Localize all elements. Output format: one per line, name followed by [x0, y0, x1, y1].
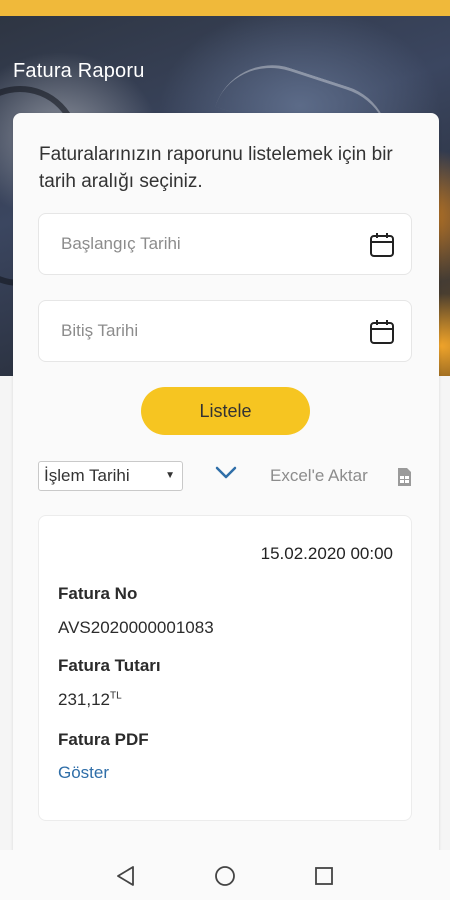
calendar-icon[interactable] — [369, 232, 395, 258]
start-date-placeholder: Başlangıç Tarihi — [61, 234, 181, 253]
invoice-amount-value: 231,12 — [58, 690, 110, 709]
status-bar — [0, 0, 450, 16]
export-excel-link[interactable]: Excel'e Aktar — [270, 466, 368, 486]
invoice-date: 15.02.2020 00:00 — [260, 544, 393, 563]
calendar-icon[interactable] — [369, 319, 395, 345]
end-date-field[interactable]: Bitiş Tarihi — [38, 300, 412, 362]
back-icon[interactable] — [114, 864, 138, 888]
recents-icon[interactable] — [312, 864, 336, 888]
sort-select[interactable]: İşlem Tarihi ▼ — [38, 461, 183, 491]
invoice-number-label: Fatura No — [58, 584, 138, 603]
listele-button[interactable]: Listele — [141, 387, 310, 435]
excel-file-icon[interactable] — [396, 467, 412, 487]
invoice-number-value: AVS2020000001083 — [58, 618, 214, 637]
system-nav-bar — [0, 850, 450, 900]
intro-text: Faturalarınızın raporunu listelemek için… — [39, 144, 393, 192]
sort-select-value: İşlem Tarihi — [44, 466, 130, 485]
report-card: Faturalarınızın raporunu listelemek için… — [13, 113, 439, 873]
invoice-pdf-label: Fatura PDF — [58, 730, 149, 749]
invoice-card: 15.02.2020 00:00 Fatura No AVS2020000001… — [38, 515, 412, 821]
home-icon[interactable] — [213, 864, 237, 888]
invoice-amount: 231,12TL — [58, 690, 122, 710]
dropdown-arrow-icon: ▼ — [165, 470, 175, 481]
chevron-down-icon[interactable] — [213, 463, 239, 483]
invoice-currency: TL — [110, 690, 122, 702]
end-date-placeholder: Bitiş Tarihi — [61, 321, 139, 340]
invoice-amount-label: Fatura Tutarı — [58, 656, 161, 675]
show-pdf-link[interactable]: Göster — [58, 763, 109, 783]
start-date-field[interactable]: Başlangıç Tarihi — [38, 213, 412, 275]
page-title: Fatura Raporu — [13, 60, 145, 82]
